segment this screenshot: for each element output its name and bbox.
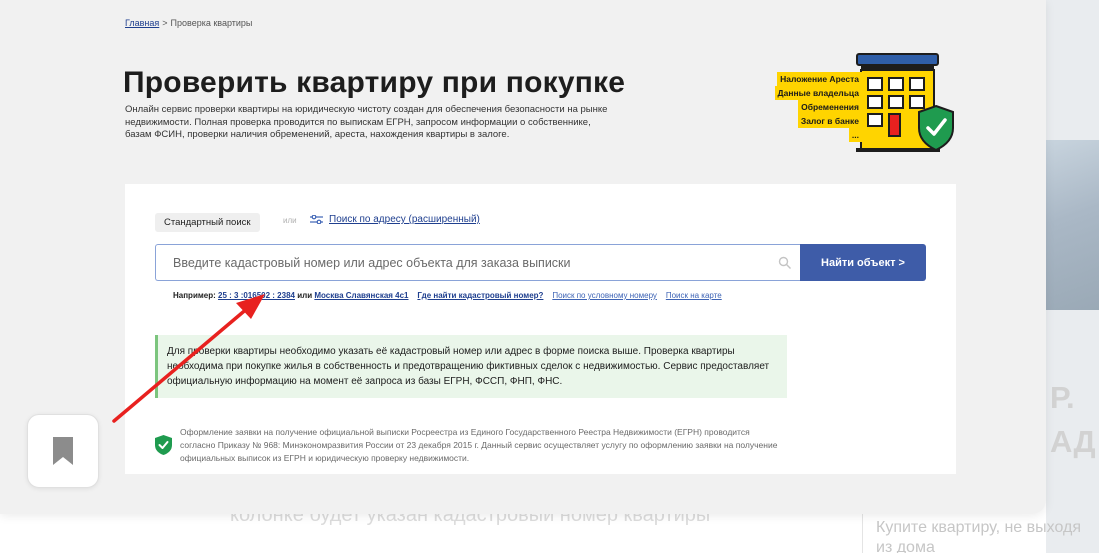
bookmark-icon <box>53 437 73 465</box>
background-photo <box>1046 140 1099 310</box>
hero-label: Залог в банке <box>797 114 862 128</box>
bookmark-button[interactable] <box>27 414 99 488</box>
examples-or: или <box>297 291 313 300</box>
background-heading: Р. АД <box>1050 380 1096 459</box>
map-search-link[interactable]: Поиск на карте <box>666 291 722 300</box>
background-side-text: Купите квартиру, не выходя из дома <box>876 519 1081 553</box>
page-preview-overlay: Главная > Проверка квартиры Проверить квар… <box>0 0 1046 514</box>
search-input[interactable] <box>155 244 800 281</box>
shield-check-icon <box>155 435 172 455</box>
hero-label: Обременения <box>798 100 862 114</box>
example-cadastral-link[interactable]: 25 : 3 :016502 : 2384 <box>218 291 295 300</box>
hero-illustration: Наложение Ареста Данные владельца Обреме… <box>758 50 958 160</box>
or-label: или <box>283 216 297 225</box>
hero-label: Наложение Ареста <box>777 72 862 86</box>
search-examples: Например: 25 : 3 :016502 : 2384 или Моск… <box>173 291 722 300</box>
breadcrumb-current: Проверка квартиры <box>170 18 253 28</box>
breadcrumb: Главная > Проверка квартиры <box>125 18 252 28</box>
search-icon[interactable] <box>778 256 792 270</box>
breadcrumb-home-link[interactable]: Главная <box>125 18 159 28</box>
legal-notice: Оформление заявки на получение официальн… <box>180 427 778 463</box>
hero-label: Данные владельца <box>774 86 862 100</box>
find-object-button[interactable]: Найти объект > <box>800 244 926 281</box>
info-text: Для проверки квартиры необходимо указать… <box>167 346 770 387</box>
hero-label: ... <box>848 128 862 142</box>
page-description: Онлайн сервис проверки квартиры на юриди… <box>125 104 608 140</box>
filter-sliders-icon <box>310 215 323 224</box>
tab-standard-search[interactable]: Стандартный поиск <box>155 213 260 232</box>
example-address-link[interactable]: Москва Славянская 4с1 <box>314 291 408 300</box>
advanced-search-label: Поиск по адресу (расширенный) <box>329 214 480 225</box>
conditional-number-search-link[interactable]: Поиск по условному номеру <box>552 291 657 300</box>
where-cadastral-link[interactable]: Где найти кадастровый номер? <box>417 291 543 300</box>
examples-prefix: Например: <box>173 291 216 300</box>
hero-labels: Наложение Ареста Данные владельца Обреме… <box>758 72 862 142</box>
page-title: Проверить квартиру при покупке <box>123 66 626 99</box>
advanced-search-link[interactable]: Поиск по адресу (расширенный) <box>310 214 480 225</box>
breadcrumb-separator: > <box>162 18 168 28</box>
